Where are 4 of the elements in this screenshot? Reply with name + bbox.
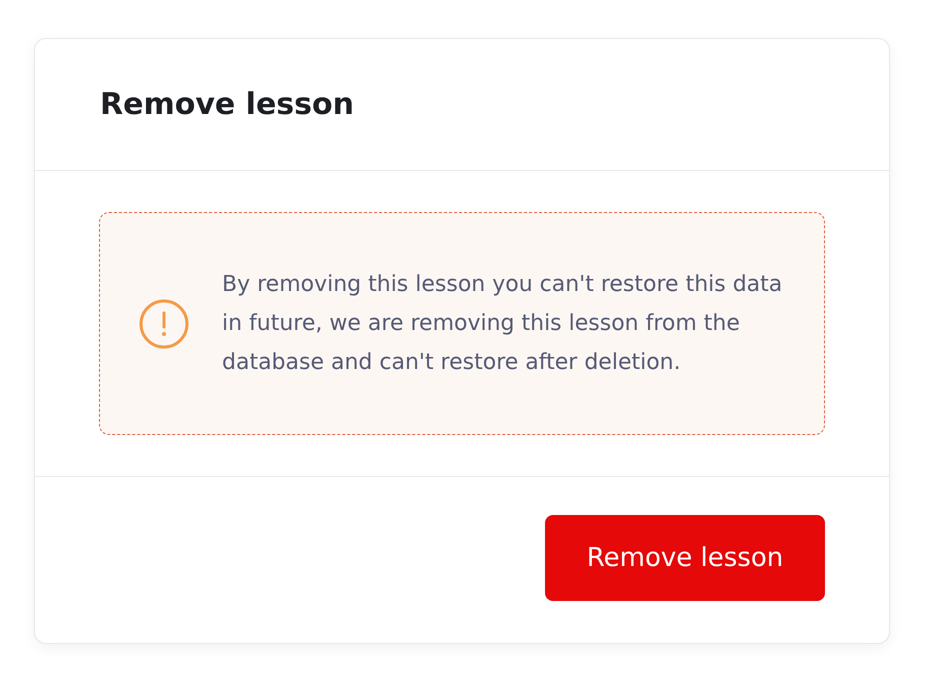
remove-lesson-button[interactable]: Remove lesson bbox=[545, 515, 825, 601]
warning-message: By removing this lesson you can't restore this data in future, we are removing this lesson from the database and can't restore after deletion. bbox=[222, 271, 784, 377]
warning-icon bbox=[138, 298, 190, 350]
dialog-title: Remove lesson bbox=[100, 87, 354, 122]
